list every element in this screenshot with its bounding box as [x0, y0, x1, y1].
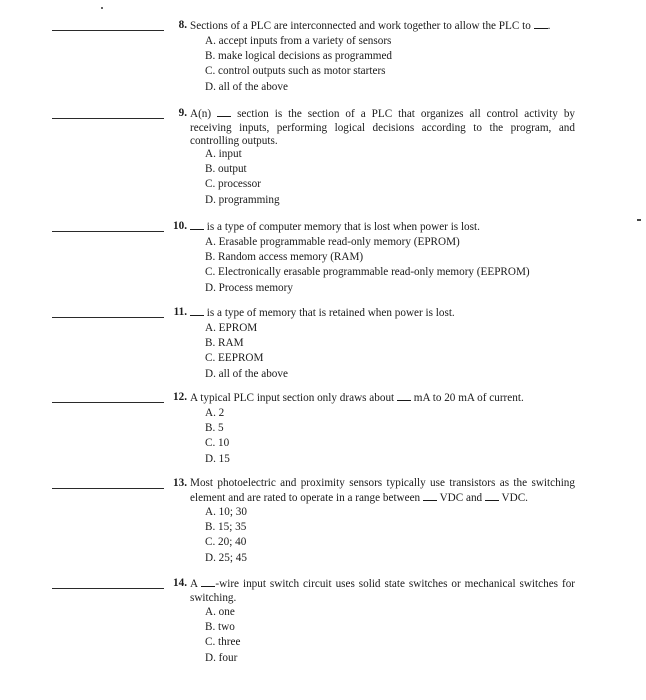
option-c[interactable]: C. processor: [205, 177, 280, 192]
option-c[interactable]: C. control outputs such as motor starter…: [205, 64, 392, 79]
question-text-after: VDC.: [501, 491, 528, 504]
option-b[interactable]: B. 15; 35: [205, 520, 247, 535]
question-text-before: Sections of a PLC are interconnected and…: [190, 20, 531, 32]
option-b[interactable]: B. output: [205, 162, 280, 177]
option-a[interactable]: A. 2: [205, 406, 230, 421]
option-d[interactable]: D. Process memory: [205, 281, 530, 296]
answer-line[interactable]: [52, 488, 164, 489]
option-b[interactable]: B. Random access memory (RAM): [205, 250, 530, 265]
question-number: 14.: [173, 577, 187, 589]
fill-in-blank: [422, 491, 437, 501]
question-text-after: .: [547, 20, 551, 32]
fill-in-blank: [190, 306, 204, 316]
answer-line[interactable]: [52, 118, 164, 119]
options-list: A. EPROM B. RAM C. EEPROM D. all of the …: [205, 321, 288, 382]
question-text: A(n) section is the section of a PLC tha…: [190, 107, 575, 149]
fill-in-blank: [396, 391, 411, 401]
fill-in-blank: [217, 107, 232, 117]
option-c[interactable]: C. 20; 40: [205, 535, 247, 550]
option-b[interactable]: B. make logical decisions as programmed: [205, 49, 392, 64]
question-number: 10.: [173, 220, 187, 232]
question-text: is a type of memory that is retained whe…: [190, 306, 575, 321]
question-text-before: A typical PLC input section only draws a…: [190, 392, 395, 404]
question-text-after: -wire input switch circuit uses solid st…: [190, 578, 576, 604]
answer-line[interactable]: [52, 402, 164, 403]
fill-in-blank: [484, 491, 499, 501]
option-a[interactable]: A. Erasable programmable read-only memor…: [205, 235, 530, 250]
fill-in-blank: [533, 19, 548, 29]
fill-in-blank: [201, 577, 216, 587]
question-text-after: mA to 20 mA of current.: [413, 392, 524, 404]
question-number: 9.: [178, 107, 187, 119]
question-number: 11.: [173, 306, 187, 318]
option-a[interactable]: A. EPROM: [205, 321, 288, 336]
question-number: 12.: [173, 391, 187, 403]
question-number: 13.: [173, 477, 187, 489]
edge-mark: [637, 219, 641, 221]
question-text: is a type of computer memory that is los…: [190, 220, 575, 235]
options-list: A. Erasable programmable read-only memor…: [205, 235, 530, 296]
question-text: A typical PLC input section only draws a…: [190, 391, 575, 406]
option-c[interactable]: C. 10: [205, 436, 230, 451]
option-d[interactable]: D. 25; 45: [205, 551, 247, 566]
option-b[interactable]: B. two: [205, 620, 240, 635]
option-c[interactable]: C. three: [205, 635, 240, 650]
question-text: Sections of a PLC are interconnected and…: [190, 19, 590, 34]
question-text: Most photoelectric and proximity sensors…: [190, 477, 575, 505]
answer-line[interactable]: [52, 231, 164, 232]
option-d[interactable]: D. all of the above: [205, 80, 392, 95]
option-a[interactable]: A. input: [205, 147, 280, 162]
option-d[interactable]: D. all of the above: [205, 367, 288, 382]
options-list: A. accept inputs from a variety of senso…: [205, 34, 392, 95]
options-list: A. input B. output C. processor D. progr…: [205, 147, 280, 208]
stray-dot: [101, 7, 103, 9]
answer-line[interactable]: [52, 317, 164, 318]
options-list: A. 2 B. 5 C. 10 D. 15: [205, 406, 230, 467]
question-text-after: section is the section of a PLC that org…: [190, 108, 576, 147]
option-a[interactable]: A. one: [205, 605, 240, 620]
fill-in-blank: [190, 220, 204, 230]
question-text-before: A(n): [190, 108, 212, 120]
question-text-before: A: [190, 578, 198, 590]
option-c[interactable]: C. Electronically erasable programmable …: [205, 265, 530, 280]
question-text: A -wire input switch circuit uses solid …: [190, 577, 575, 605]
option-a[interactable]: A. 10; 30: [205, 505, 247, 520]
answer-line[interactable]: [52, 30, 164, 31]
options-list: A. one B. two C. three D. four: [205, 605, 240, 666]
answer-line[interactable]: [52, 588, 164, 589]
question-text-after: is a type of memory that is retained whe…: [206, 307, 455, 319]
option-b[interactable]: B. RAM: [205, 336, 288, 351]
option-d[interactable]: D. programming: [205, 193, 280, 208]
option-a[interactable]: A. accept inputs from a variety of senso…: [205, 34, 392, 49]
option-b[interactable]: B. 5: [205, 421, 230, 436]
question-number: 8.: [178, 19, 187, 31]
question-text-middle: VDC and: [439, 491, 483, 504]
option-d[interactable]: D. four: [205, 651, 240, 666]
options-list: A. 10; 30 B. 15; 35 C. 20; 40 D. 25; 45: [205, 505, 247, 566]
option-d[interactable]: D. 15: [205, 452, 230, 467]
option-c[interactable]: C. EEPROM: [205, 351, 288, 366]
question-text-after: is a type of computer memory that is los…: [206, 221, 480, 233]
